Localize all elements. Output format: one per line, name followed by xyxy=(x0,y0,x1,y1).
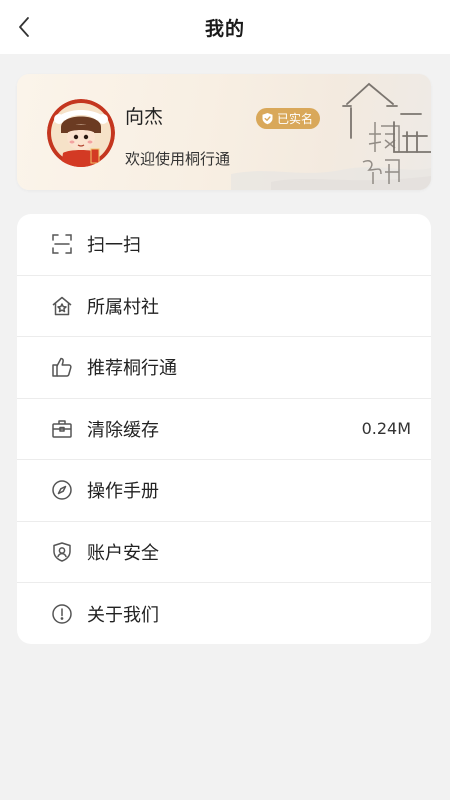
menu-item-scan[interactable]: 扫一扫 xyxy=(17,214,431,276)
profile-card[interactable]: 桐乡 向杰 已实名 欢迎使用桐行通 xyxy=(17,74,431,190)
tongxiang-decoration: 桐乡 xyxy=(231,82,431,190)
menu-item-manual[interactable]: 操作手册 xyxy=(17,460,431,522)
info-icon xyxy=(50,602,74,626)
toolbox-icon xyxy=(50,417,74,441)
shield-check-icon xyxy=(262,113,273,125)
menu-item-label: 所属村社 xyxy=(87,296,159,318)
compass-icon xyxy=(50,478,74,502)
shield-user-icon xyxy=(50,540,74,564)
welcome-text: 欢迎使用桐行通 xyxy=(125,150,231,168)
menu-list: 扫一扫 所属村社 推荐桐行通 清除缓存 0.24M 操作手册 账户安全 关于我们 xyxy=(17,214,431,644)
thumbs-up-icon xyxy=(50,355,74,379)
menu-item-label: 清除缓存 xyxy=(87,419,159,441)
back-button[interactable] xyxy=(10,13,38,41)
user-name: 向杰 xyxy=(125,106,164,128)
verified-badge-label: 已实名 xyxy=(277,112,314,126)
top-navbar: 我的 xyxy=(0,0,450,54)
menu-item-label: 账户安全 xyxy=(87,542,159,564)
page-title: 我的 xyxy=(204,17,245,40)
menu-item-label: 操作手册 xyxy=(87,481,159,503)
home-icon xyxy=(50,294,74,318)
menu-item-label: 推荐桐行通 xyxy=(87,358,177,380)
menu-item-account-security[interactable]: 账户安全 xyxy=(17,522,431,583)
chevron-left-icon xyxy=(19,17,29,37)
menu-item-label: 关于我们 xyxy=(87,604,159,626)
menu-item-clear-cache[interactable]: 清除缓存 0.24M xyxy=(17,399,431,460)
menu-item-label: 扫一扫 xyxy=(87,235,141,257)
scan-icon xyxy=(50,232,74,256)
avatar[interactable] xyxy=(47,99,115,167)
cache-size-value: 0.24M xyxy=(361,419,411,439)
menu-item-about[interactable]: 关于我们 xyxy=(17,583,431,644)
menu-item-recommend[interactable]: 推荐桐行通 xyxy=(17,337,431,399)
verified-badge: 已实名 xyxy=(256,108,321,129)
menu-item-village[interactable]: 所属村社 xyxy=(17,276,431,337)
